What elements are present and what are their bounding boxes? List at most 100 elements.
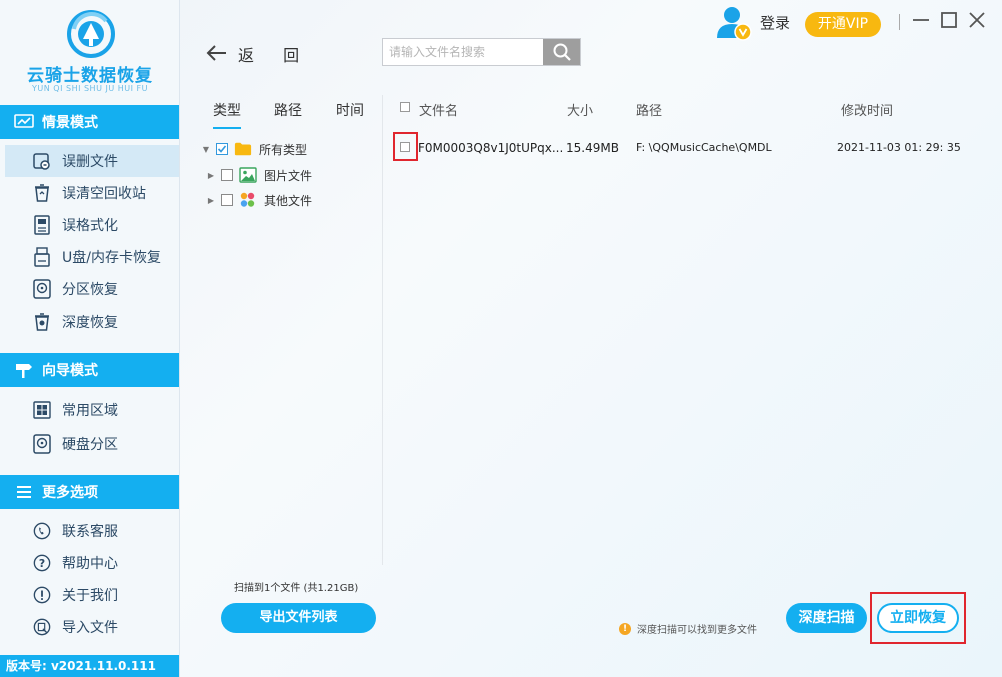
vip-button[interactable]: 开通VIP: [805, 12, 881, 37]
tree-label: 图片文件: [264, 168, 313, 183]
checkbox-images[interactable]: [221, 169, 233, 181]
nav-disk-partition[interactable]: 硬盘分区: [5, 428, 179, 460]
nav-label: U盘/内存卡恢复: [62, 250, 161, 266]
nav-label: 误格式化: [62, 218, 118, 234]
help-icon: ?: [33, 553, 51, 573]
back-button[interactable]: 返 回: [206, 42, 311, 66]
nav-help-center[interactable]: ? 帮助中心: [5, 547, 179, 579]
sidebar: 云骑士数据恢复 YUN QI SHI SHU JU HUI FU 情景模式 误删…: [0, 0, 180, 677]
nav-usb-card[interactable]: U盘/内存卡恢复: [5, 241, 179, 273]
nav-label: 联系客服: [62, 524, 118, 540]
minimize-button[interactable]: [911, 10, 931, 30]
nav-label: 帮助中心: [62, 556, 118, 572]
nav-label: 误清空回收站: [62, 186, 146, 202]
tab-time[interactable]: 时间: [336, 100, 364, 120]
column-header-size[interactable]: 大小: [567, 100, 593, 119]
maximize-icon: [941, 12, 957, 28]
maximize-button[interactable]: [939, 10, 959, 30]
search-button[interactable]: [543, 39, 580, 65]
column-header-name[interactable]: 文件名: [419, 100, 458, 119]
search-icon: [553, 43, 571, 61]
scene-icon: [14, 114, 34, 130]
column-header-path[interactable]: 路径: [636, 100, 662, 119]
highlight-row-checkbox: [393, 132, 418, 161]
nav-label: 误删文件: [62, 154, 118, 170]
menu-icon: [14, 484, 34, 500]
section-title: 更多选项: [42, 485, 98, 501]
checkbox-other[interactable]: [221, 194, 233, 206]
windows-icon: [33, 400, 51, 420]
tab-type[interactable]: 类型: [213, 100, 241, 129]
other-files-icon: [239, 192, 257, 208]
nav-label: 分区恢复: [62, 282, 118, 298]
knight-logo-icon: [67, 10, 115, 58]
svg-text:?: ?: [39, 557, 45, 570]
tip-text: 深度扫描可以找到更多文件: [637, 625, 757, 636]
file-name: F0M0003Q8v1J0tUPqx...: [418, 141, 564, 155]
file-modified: 2021-11-03 01: 29: 35: [837, 141, 961, 154]
search-input[interactable]: [383, 39, 544, 65]
folder-icon: [234, 141, 252, 157]
nav-partition[interactable]: 分区恢复: [5, 273, 179, 305]
login-link[interactable]: 登录: [760, 12, 790, 33]
checkbox-all-types[interactable]: [216, 143, 228, 155]
usb-card-icon: [33, 247, 51, 267]
disk-partition-icon: [33, 434, 51, 454]
phone-icon: [33, 521, 51, 541]
tree-label: 其他文件: [264, 193, 313, 208]
nav-import-file[interactable]: 导入文件: [5, 611, 179, 643]
nav-label: 硬盘分区: [62, 437, 118, 453]
caret-down-icon[interactable]: ▼: [200, 145, 212, 154]
recycle-bin-icon: [33, 183, 51, 203]
format-icon: [33, 215, 51, 235]
nav-contact-support[interactable]: 联系客服: [5, 515, 179, 547]
section-title: 向导模式: [42, 363, 98, 379]
caret-right-icon[interactable]: ▶: [205, 196, 217, 205]
nav-label: 导入文件: [62, 620, 118, 636]
tree-label: 所有类型: [259, 142, 308, 157]
nav-label: 深度恢复: [62, 315, 118, 331]
nav-deep-recover[interactable]: 深度恢复: [5, 306, 179, 338]
tree-item-all-types: ▼ 所有类型: [200, 138, 307, 160]
deep-recover-icon: [33, 312, 51, 332]
deep-scan-button[interactable]: 深度扫描: [786, 603, 867, 633]
import-icon: [33, 617, 51, 637]
nav-label: 关于我们: [62, 588, 118, 604]
arrow-left-icon: [206, 44, 228, 65]
nav-recycle-bin[interactable]: 误清空回收站: [5, 177, 179, 209]
deep-scan-tip: ! 深度扫描可以找到更多文件: [619, 621, 757, 636]
tree-item-other: ▶ 其他文件: [205, 189, 312, 211]
select-all-checkbox[interactable]: [400, 102, 410, 112]
close-icon: [969, 12, 985, 28]
file-path: F: \QQMusicCache\QMDL: [636, 141, 772, 154]
user-avatar[interactable]: [714, 4, 754, 42]
section-title: 情景模式: [42, 115, 98, 131]
title-separator: [899, 14, 900, 30]
search-box: [382, 38, 581, 66]
export-list-button[interactable]: 导出文件列表: [221, 603, 376, 633]
file-size: 15.49MB: [566, 141, 619, 155]
nav-about-us[interactable]: 关于我们: [5, 579, 179, 611]
info-icon: [33, 585, 51, 605]
nav-common-areas[interactable]: 常用区域: [5, 394, 179, 426]
app-logo: 云骑士数据恢复 YUN QI SHI SHU JU HUI FU: [0, 0, 180, 100]
back-label: 返 回: [238, 46, 312, 65]
warning-icon: !: [619, 622, 631, 635]
tab-path[interactable]: 路径: [274, 100, 302, 120]
tree-item-images: ▶ 图片文件: [205, 164, 312, 186]
nav-deleted-files[interactable]: 误删文件: [5, 145, 179, 177]
caret-right-icon[interactable]: ▶: [205, 171, 217, 180]
app-title: 云骑士数据恢复: [27, 66, 153, 86]
scan-summary: 扫描到1个文件 (共1.21GB): [234, 583, 359, 594]
version-label: 版本号: v2021.11.0.111: [0, 655, 179, 677]
signpost-icon: [14, 362, 34, 378]
section-header-more: 更多选项: [0, 475, 179, 509]
close-button[interactable]: [967, 10, 987, 30]
user-vip-icon: [717, 7, 752, 41]
panel-divider: [382, 95, 383, 565]
minimize-icon: [913, 19, 929, 21]
image-file-icon: [239, 167, 257, 183]
check-icon: [217, 145, 227, 153]
column-header-modified[interactable]: 修改时间: [841, 100, 893, 119]
nav-format[interactable]: 误格式化: [5, 209, 179, 241]
